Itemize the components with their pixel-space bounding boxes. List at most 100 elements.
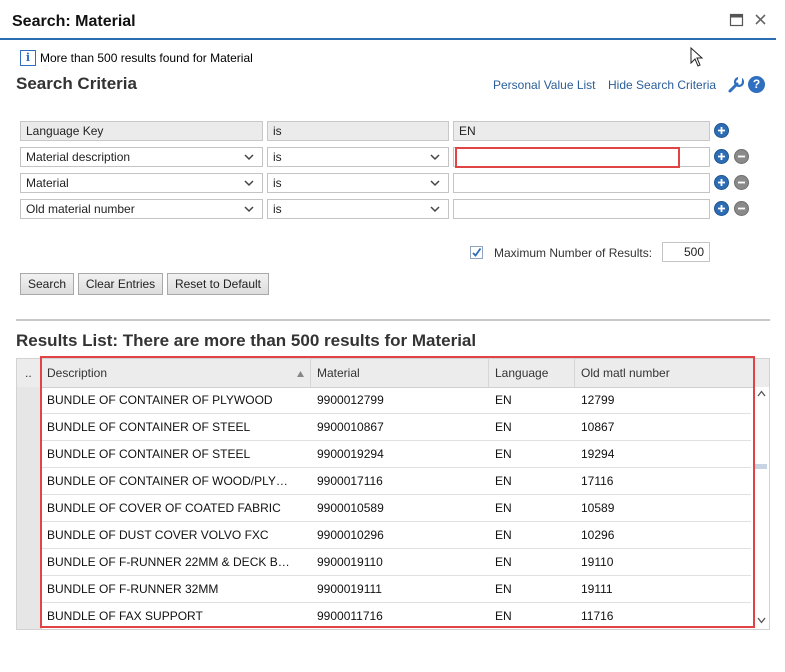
table-row[interactable]: BUNDLE OF CONTAINER OF WOOD/PLY… 99000171…: [41, 468, 751, 495]
remove-row-button[interactable]: [734, 201, 749, 216]
section-divider: [16, 319, 770, 321]
add-row-button[interactable]: [714, 175, 729, 190]
description-cell: BUNDLE OF F-RUNNER 32MM: [47, 582, 219, 596]
chevron-down-icon: [430, 154, 440, 161]
scroll-down-icon[interactable]: [757, 617, 766, 624]
chevron-down-icon: [430, 206, 440, 213]
wrench-icon[interactable]: [727, 76, 745, 94]
column-header-description[interactable]: Description: [41, 359, 311, 387]
criteria-operator-label: is: [273, 202, 282, 216]
description-cell: BUNDLE OF CONTAINER OF STEEL: [47, 447, 251, 461]
title-divider: [0, 38, 776, 40]
material-input[interactable]: [453, 173, 710, 193]
max-results-input[interactable]: 500: [662, 242, 710, 262]
checkmark-icon: [472, 247, 482, 257]
language-cell: EN: [495, 420, 512, 434]
old-material-number-input[interactable]: [453, 199, 710, 219]
description-cell: BUNDLE OF CONTAINER OF PLYWOOD: [47, 393, 273, 407]
scroll-up-icon[interactable]: [757, 390, 766, 397]
row-selector-column[interactable]: [17, 387, 42, 629]
old-matl-number-cell: 11716: [581, 609, 614, 623]
select-all-header[interactable]: ..: [17, 359, 41, 387]
clear-entries-button[interactable]: Clear Entries: [78, 273, 163, 295]
material-cell: 9900012799: [317, 393, 384, 407]
table-row[interactable]: BUNDLE OF FAX SUPPORT 9900011716 EN 11716: [41, 603, 751, 629]
table-header: .. Description Material Language Old mat…: [17, 359, 769, 388]
table-row[interactable]: BUNDLE OF CONTAINER OF PLYWOOD 9900012799…: [41, 387, 751, 414]
material-cell: 9900017116: [317, 474, 383, 488]
language-cell: EN: [495, 447, 512, 461]
old-matl-number-cell: 10296: [581, 528, 615, 542]
search-button[interactable]: Search: [20, 273, 74, 295]
table-row[interactable]: BUNDLE OF DUST COVER VOLVO FXC 9900010296…: [41, 522, 751, 549]
mouse-cursor-icon: [690, 46, 704, 70]
old-matl-number-cell: 17116: [581, 474, 614, 488]
close-icon[interactable]: [753, 12, 769, 28]
criteria-field-label: Material: [26, 176, 69, 190]
column-header-material[interactable]: Material: [311, 359, 489, 387]
sort-ascending-icon: [297, 371, 304, 377]
material-description-input[interactable]: [453, 147, 710, 167]
vertical-scrollbar[interactable]: [753, 387, 769, 629]
remove-row-button[interactable]: [734, 175, 749, 190]
criteria-value-language-key: EN: [453, 121, 710, 141]
criteria-operator-label: is: [273, 176, 282, 190]
language-cell: EN: [495, 501, 512, 515]
add-row-button[interactable]: [714, 201, 729, 216]
criteria-field-select-material-description[interactable]: Material description: [20, 147, 263, 167]
table-row[interactable]: BUNDLE OF F-RUNNER 22MM & DECK B… 9900019…: [41, 549, 751, 576]
description-cell: BUNDLE OF CONTAINER OF WOOD/PLY…: [47, 474, 288, 488]
description-cell: BUNDLE OF COVER OF COATED FABRIC: [47, 501, 281, 515]
reset-to-default-button[interactable]: Reset to Default: [167, 273, 269, 295]
chevron-down-icon: [244, 154, 254, 161]
max-results-checkbox[interactable]: [470, 246, 483, 259]
results-heading: Results List: There are more than 500 re…: [16, 331, 477, 350]
criteria-operator-select-material[interactable]: is: [267, 173, 449, 193]
window-title: Search: Material: [12, 13, 136, 30]
remove-row-button[interactable]: [734, 149, 749, 164]
max-results-label: Maximum Number of Results:: [494, 246, 653, 260]
language-cell: EN: [495, 474, 512, 488]
scrollbar-thumb[interactable]: [754, 464, 767, 469]
chevron-down-icon: [430, 180, 440, 187]
criteria-field-language-key: Language Key: [20, 121, 263, 141]
criteria-operator-select-old-material-number[interactable]: is: [267, 199, 449, 219]
add-row-button[interactable]: [714, 149, 729, 164]
criteria-field-label: Material description: [26, 150, 131, 164]
old-matl-number-cell: 10867: [581, 420, 615, 434]
description-cell: BUNDLE OF F-RUNNER 22MM & DECK B…: [47, 555, 290, 569]
table-row[interactable]: BUNDLE OF CONTAINER OF STEEL 9900019294 EN…: [41, 441, 751, 468]
maximize-icon[interactable]: [729, 12, 745, 28]
personal-value-list-link[interactable]: Personal Value List: [493, 78, 596, 92]
column-header-language[interactable]: Language: [489, 359, 575, 387]
criteria-operator-select-material-description[interactable]: is: [267, 147, 449, 167]
language-cell: EN: [495, 528, 512, 542]
help-icon[interactable]: ?: [748, 76, 765, 93]
material-cell: 9900010867: [317, 420, 384, 434]
column-header-label: Description: [47, 366, 108, 380]
description-cell: BUNDLE OF FAX SUPPORT: [47, 609, 203, 623]
material-cell: 9900019111: [317, 582, 382, 596]
results-table: .. Description Material Language Old mat…: [16, 358, 770, 630]
material-cell: 9900010589: [317, 501, 384, 515]
info-message: More than 500 results found for Material: [40, 51, 253, 65]
language-cell: EN: [495, 555, 512, 569]
column-header-old-matl-number[interactable]: Old matl number: [575, 359, 751, 387]
add-row-button[interactable]: [714, 123, 729, 138]
material-cell: 9900011716: [317, 609, 383, 623]
material-cell: 9900019294: [317, 447, 384, 461]
language-cell: EN: [495, 609, 512, 623]
description-cell: BUNDLE OF DUST COVER VOLVO FXC: [47, 528, 269, 542]
description-cell: BUNDLE OF CONTAINER OF STEEL: [47, 420, 251, 434]
table-row[interactable]: BUNDLE OF COVER OF COATED FABRIC 99000105…: [41, 495, 751, 522]
criteria-field-select-old-material-number[interactable]: Old material number: [20, 199, 263, 219]
criteria-field-label: Old material number: [26, 202, 135, 216]
chevron-down-icon: [244, 180, 254, 187]
table-row[interactable]: BUNDLE OF CONTAINER OF STEEL 9900010867 EN…: [41, 414, 751, 441]
old-matl-number-cell: 10589: [581, 501, 615, 515]
search-criteria-heading: Search Criteria: [16, 74, 137, 93]
chevron-down-icon: [244, 206, 254, 213]
table-row[interactable]: BUNDLE OF F-RUNNER 32MM 9900019111 EN 19111: [41, 576, 751, 603]
criteria-field-select-material[interactable]: Material: [20, 173, 263, 193]
hide-search-criteria-link[interactable]: Hide Search Criteria: [608, 78, 716, 92]
